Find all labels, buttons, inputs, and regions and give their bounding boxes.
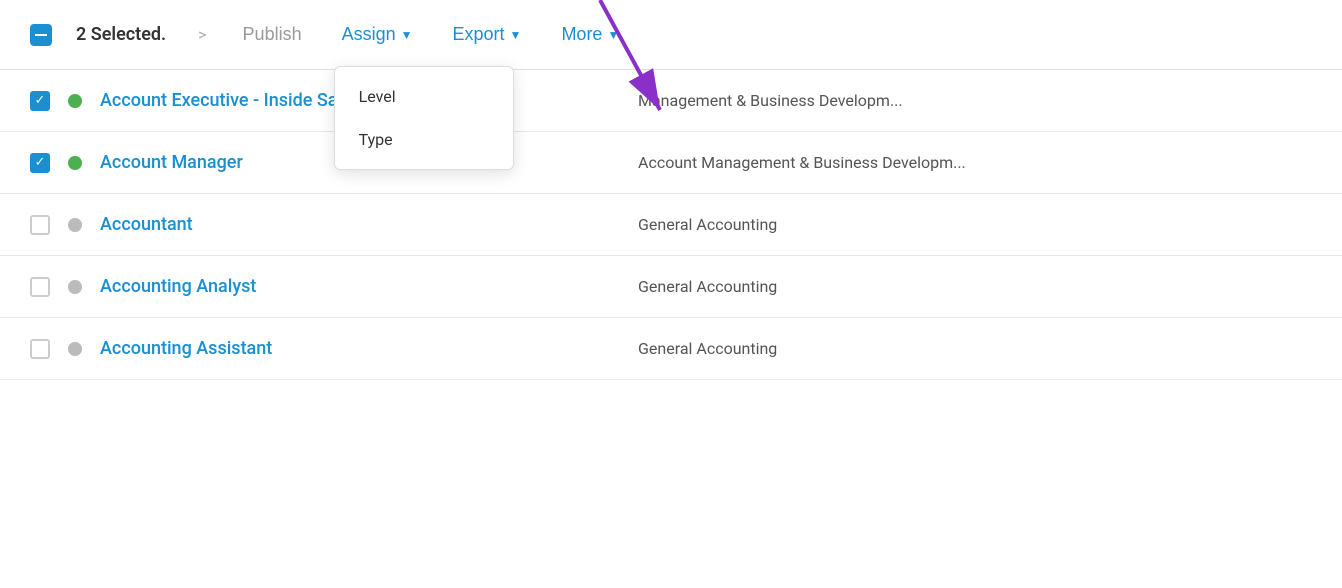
- more-button[interactable]: More ▼: [553, 18, 627, 51]
- table-row: Accountant General Accounting: [0, 194, 1342, 256]
- row-title-4[interactable]: Accounting Analyst: [100, 276, 420, 297]
- row-checkbox-2[interactable]: [30, 153, 50, 173]
- table: Account Executive - Inside SalesManageme…: [0, 70, 1342, 380]
- row-category-2: Account Management & Business Developm..…: [638, 153, 966, 172]
- table-row: Accounting Analyst General Accounting: [0, 256, 1342, 318]
- export-caret-icon: ▼: [510, 28, 522, 42]
- row-category-1: Management & Business Developm...: [638, 91, 903, 110]
- status-dot-3: [68, 218, 82, 232]
- dropdown-item-level[interactable]: Level: [335, 75, 513, 118]
- more-caret-icon: ▼: [607, 28, 619, 42]
- dropdown-item-type[interactable]: Type: [335, 118, 513, 161]
- row-checkbox-5[interactable]: [30, 339, 50, 359]
- assign-dropdown-menu: Level Type: [334, 66, 514, 170]
- row-checkbox-3[interactable]: [30, 215, 50, 235]
- row-category-5: General Accounting: [638, 339, 777, 358]
- status-dot-1: [68, 94, 82, 108]
- table-row: Account Executive - Inside SalesManageme…: [0, 70, 1342, 132]
- row-title-3[interactable]: Accountant: [100, 214, 420, 235]
- status-dot-5: [68, 342, 82, 356]
- row-title-5[interactable]: Accounting Assistant: [100, 338, 420, 359]
- assign-dropdown-container: Assign ▼ Level Type: [334, 18, 421, 51]
- export-button[interactable]: Export ▼: [445, 18, 530, 51]
- row-category-4: General Accounting: [638, 277, 777, 296]
- more-label: More: [561, 24, 602, 45]
- selected-count: 2 Selected.: [76, 24, 166, 45]
- row-category-3: General Accounting: [638, 215, 777, 234]
- assign-button[interactable]: Assign ▼: [334, 18, 421, 51]
- table-row: Account ManagerAccount Management & Busi…: [0, 132, 1342, 194]
- assign-caret-icon: ▼: [401, 28, 413, 42]
- status-dot-2: [68, 156, 82, 170]
- table-row: Accounting Assistant General Accounting: [0, 318, 1342, 380]
- row-checkbox-4[interactable]: [30, 277, 50, 297]
- row-checkbox-1[interactable]: [30, 91, 50, 111]
- select-all-checkbox[interactable]: [30, 24, 52, 46]
- assign-label: Assign: [342, 24, 396, 45]
- export-label: Export: [453, 24, 505, 45]
- toolbar: 2 Selected. > Publish Assign ▼ Level Typ…: [0, 0, 1342, 70]
- chevron-right-icon: >: [198, 25, 206, 44]
- status-dot-4: [68, 280, 82, 294]
- publish-button[interactable]: Publish: [235, 18, 310, 51]
